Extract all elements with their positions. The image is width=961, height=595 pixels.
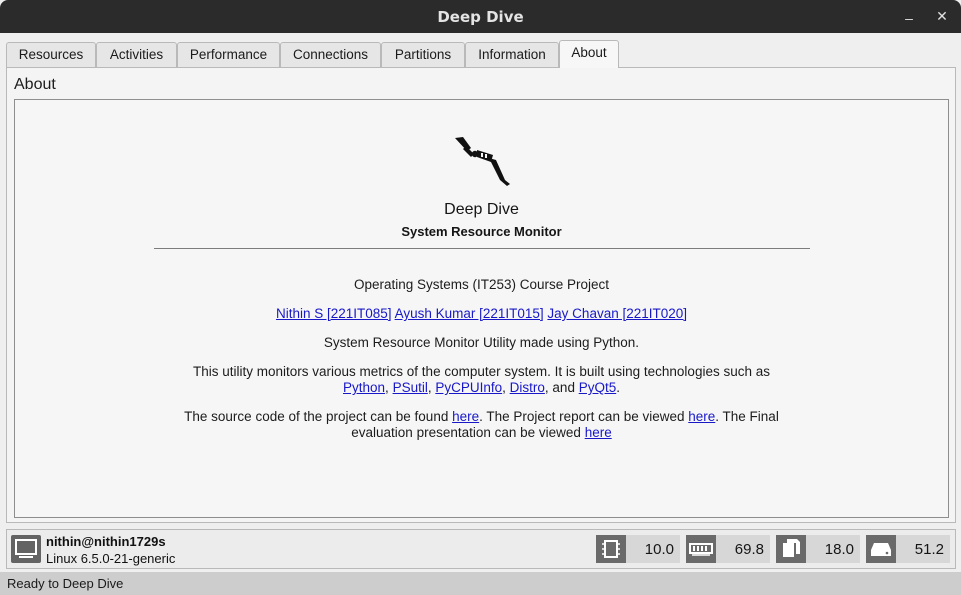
distro-link[interactable]: Distro [510, 380, 545, 395]
about-pane: About Deep Dive System Resource Monitor … [6, 67, 956, 523]
swap-icon [776, 535, 806, 563]
minimize-button[interactable]: – [898, 6, 920, 26]
authors-line: Nithin S [221IT085] Ayush Kumar [221IT01… [15, 306, 948, 322]
swap-stat: 18.0 [776, 535, 860, 563]
memory-stat: 69.8 [686, 535, 770, 563]
disk-value: 51.2 [914, 541, 944, 558]
psutil-link[interactable]: PSutil [393, 380, 428, 395]
memory-value: 69.8 [734, 541, 764, 558]
username: nithin@nithin1729s [46, 534, 166, 549]
cpu-value: 10.0 [644, 541, 674, 558]
tab-about[interactable]: About [559, 40, 619, 68]
cpu-icon [596, 535, 626, 563]
pyqt5-link[interactable]: PyQt5 [579, 380, 617, 395]
tab-information[interactable]: Information [465, 42, 559, 68]
scuba-diver-icon [455, 137, 510, 186]
presentation-link[interactable]: here [585, 425, 612, 440]
status-message-bar: Ready to Deep Dive [0, 572, 961, 595]
tab-performance[interactable]: Performance [177, 42, 280, 68]
title-bar[interactable]: Deep Dive – ✕ [0, 0, 961, 33]
source-line: The source code of the project can be fo… [184, 409, 779, 424]
system-status-bar: nithin@nithin1729s Linux 6.5.0-21-generi… [6, 529, 956, 569]
tab-resources[interactable]: Resources [6, 42, 96, 68]
about-box: Deep Dive System Resource Monitor Operat… [14, 99, 949, 518]
source-code-link[interactable]: here [452, 409, 479, 424]
course-text: Operating Systems (IT253) Course Project [353, 277, 610, 292]
author-link[interactable]: Ayush Kumar [221IT015] [395, 306, 544, 321]
status-message: Ready to Deep Dive [7, 576, 124, 591]
divider [154, 248, 810, 249]
description-text: System Resource Monitor Utility made usi… [323, 335, 640, 350]
window-title: Deep Dive [437, 8, 524, 26]
python-link[interactable]: Python [343, 380, 385, 395]
swap-value: 18.0 [824, 541, 854, 558]
tab-connections[interactable]: Connections [280, 42, 381, 68]
author-link[interactable]: Jay Chavan [221IT020] [547, 306, 687, 321]
computer-icon [11, 535, 41, 563]
pycpuinfo-link[interactable]: PyCPUInfo [435, 380, 502, 395]
tech-links-line: Python, PSutil, PyCPUInfo, Distro, and P… [343, 380, 620, 395]
evaluation-line: evaluation presentation can be viewed he… [351, 425, 612, 440]
pane-title: About [14, 76, 56, 93]
app-name: Deep Dive [444, 201, 519, 218]
close-button[interactable]: ✕ [931, 6, 953, 26]
app-subtitle: System Resource Monitor [401, 224, 562, 239]
tech-intro-text: This utility monitors various metrics of… [193, 364, 770, 379]
kernel-version: Linux 6.5.0-21-generic [46, 551, 176, 566]
report-link[interactable]: here [688, 409, 715, 424]
tab-partitions[interactable]: Partitions [381, 42, 465, 68]
disk-icon [866, 535, 896, 563]
memory-icon [686, 535, 716, 563]
cpu-stat: 10.0 [596, 535, 680, 563]
app-window: Deep Dive – ✕ Resources Activities Perfo… [0, 0, 961, 595]
tab-activities[interactable]: Activities [96, 42, 177, 68]
disk-stat: 51.2 [866, 535, 950, 563]
author-link[interactable]: Nithin S [221IT085] [276, 306, 392, 321]
